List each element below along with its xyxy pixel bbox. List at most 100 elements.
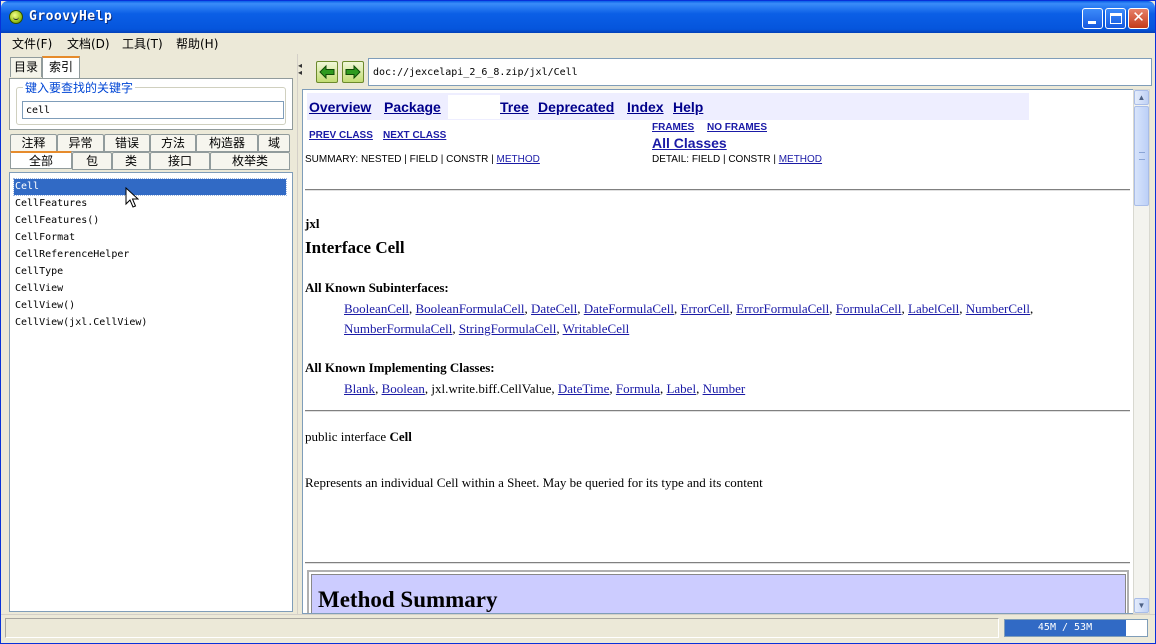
filter-tab-annotation[interactable]: 注释 bbox=[10, 134, 57, 152]
keyword-search-input[interactable] bbox=[22, 101, 284, 119]
title-bar[interactable]: GroovyHelp ✕ bbox=[1, 1, 1155, 33]
result-item[interactable]: CellType bbox=[14, 264, 286, 280]
implementing-list: Blank, Boolean, jxl.write.biff.CellValue… bbox=[344, 381, 746, 396]
result-item[interactable]: CellFeatures() bbox=[14, 213, 286, 229]
forward-button[interactable] bbox=[342, 61, 364, 83]
menu-tools[interactable]: 工具(T) bbox=[122, 35, 163, 52]
menu-file[interactable]: 文件(F) bbox=[12, 35, 52, 52]
result-item[interactable]: CellView() bbox=[14, 298, 286, 314]
groovy-app-icon bbox=[9, 10, 23, 24]
address-input[interactable] bbox=[368, 58, 1152, 86]
nav-index-link[interactable]: Index bbox=[627, 99, 664, 115]
next-class-link[interactable]: NEXT CLASS bbox=[383, 130, 446, 141]
scroll-down-button[interactable]: ▼ bbox=[1134, 598, 1149, 613]
subinterface-link[interactable]: BooleanCell bbox=[344, 301, 409, 316]
method-summary-title: Method Summary bbox=[318, 587, 498, 612]
grip-icon bbox=[1139, 152, 1145, 160]
scroll-up-button[interactable]: ▲ bbox=[1134, 90, 1149, 105]
chevron-down-icon: ▼ bbox=[1137, 601, 1146, 610]
subinterface-link[interactable]: ErrorCell bbox=[681, 301, 730, 316]
filter-tab-error[interactable]: 错误 bbox=[104, 134, 150, 152]
filter-tab-interface[interactable]: 接口 bbox=[150, 152, 210, 170]
nav-class-cell bbox=[448, 95, 500, 119]
result-item[interactable]: CellFormat bbox=[14, 230, 286, 246]
index-result-list[interactable]: Cell CellFeatures CellFeatures() CellFor… bbox=[9, 172, 293, 612]
mouse-pointer-icon bbox=[125, 187, 139, 208]
nav-deprecated-link[interactable]: Deprecated bbox=[538, 99, 614, 115]
subinterface-link[interactable]: WritableCell bbox=[563, 321, 630, 336]
subinterface-link[interactable]: FormulaCell bbox=[836, 301, 902, 316]
result-item[interactable]: Cell bbox=[13, 178, 287, 196]
content-vertical-scrollbar[interactable]: ▲ ▼ bbox=[1133, 89, 1150, 614]
menu-help[interactable]: 帮助(H) bbox=[176, 35, 218, 52]
implementing-class-link[interactable]: Label bbox=[666, 381, 696, 396]
arrow-left-icon bbox=[319, 64, 335, 80]
summary-method-link[interactable]: METHOD bbox=[497, 154, 540, 165]
filter-tab-package[interactable]: 包 bbox=[72, 152, 112, 170]
divider bbox=[305, 562, 1130, 564]
result-item[interactable]: CellView(jxl.CellView) bbox=[14, 315, 286, 331]
subinterfaces-list-cont: NumberFormulaCell, StringFormulaCell, Wr… bbox=[344, 321, 630, 336]
divider bbox=[305, 189, 1130, 191]
implementing-class-link[interactable]: Number bbox=[703, 381, 746, 396]
all-classes-link[interactable]: All Classes bbox=[652, 135, 727, 151]
memory-usage-text: 45M / 53M bbox=[1037, 622, 1093, 633]
implementing-heading: All Known Implementing Classes: bbox=[305, 360, 495, 375]
result-item[interactable]: CellReferenceHelper bbox=[14, 247, 286, 263]
minimize-button[interactable] bbox=[1082, 8, 1103, 29]
index-search-box: 键入要查找的关键字 bbox=[9, 78, 293, 130]
implementing-class-link[interactable]: Boolean bbox=[382, 381, 425, 396]
summary-line: SUMMARY: NESTED | FIELD | CONSTR | METHO… bbox=[305, 154, 540, 165]
subinterface-link[interactable]: BooleanFormulaCell bbox=[416, 301, 525, 316]
subinterface-link[interactable]: ErrorFormulaCell bbox=[736, 301, 829, 316]
prev-class-link[interactable]: PREV CLASS bbox=[309, 130, 373, 141]
tab-contents[interactable]: 目录 bbox=[10, 57, 42, 77]
implementing-class-link[interactable]: Formula bbox=[616, 381, 660, 396]
filter-tab-method[interactable]: 方法 bbox=[150, 134, 196, 152]
interface-title: Interface Cell bbox=[305, 238, 405, 257]
scroll-thumb[interactable] bbox=[1134, 106, 1149, 206]
chevron-up-icon: ▲ bbox=[1137, 93, 1146, 102]
filter-tab-all[interactable]: 全部 bbox=[10, 151, 72, 169]
no-frames-link[interactable]: NO FRAMES bbox=[707, 122, 767, 133]
nav-help-link[interactable]: Help bbox=[673, 99, 703, 115]
maximize-icon bbox=[1110, 13, 1122, 24]
filter-tab-constructor[interactable]: 构造器 bbox=[196, 134, 258, 152]
menu-document[interactable]: 文档(D) bbox=[67, 35, 110, 52]
detail-line: DETAIL: FIELD | CONSTR | METHOD bbox=[652, 154, 822, 165]
keyword-group: 键入要查找的关键字 bbox=[16, 79, 286, 125]
minimize-icon bbox=[1088, 21, 1096, 24]
close-icon: ✕ bbox=[1132, 9, 1145, 26]
back-button[interactable] bbox=[316, 61, 338, 83]
navigation-bar bbox=[302, 55, 1153, 88]
filter-tab-exception[interactable]: 异常 bbox=[57, 134, 104, 152]
tab-index[interactable]: 索引 bbox=[42, 56, 80, 78]
implementing-class-link[interactable]: DateTime bbox=[558, 381, 610, 396]
menu-bar: 文件(F) 文档(D) 工具(T) 帮助(H) bbox=[1, 33, 1155, 53]
nav-package-link[interactable]: Package bbox=[384, 99, 441, 115]
memory-usage-bar[interactable]: 45M / 53M bbox=[1004, 619, 1148, 637]
interface-description: Represents an individual Cell within a S… bbox=[305, 475, 763, 490]
subinterface-link[interactable]: DateCell bbox=[531, 301, 577, 316]
window-title: GroovyHelp bbox=[29, 9, 113, 24]
subinterface-link[interactable]: DateFormulaCell bbox=[584, 301, 674, 316]
nav-overview-link[interactable]: Overview bbox=[309, 99, 371, 115]
keyword-label: 键入要查找的关键字 bbox=[23, 79, 136, 96]
declaration-prefix: public interface bbox=[305, 429, 390, 444]
result-item[interactable]: CellFeatures bbox=[14, 196, 286, 212]
implementing-class-link[interactable]: Blank bbox=[344, 381, 375, 396]
frames-link[interactable]: FRAMES bbox=[652, 122, 694, 133]
subinterface-link[interactable]: StringFormulaCell bbox=[459, 321, 557, 336]
subinterface-link[interactable]: LabelCell bbox=[908, 301, 959, 316]
detail-method-link[interactable]: METHOD bbox=[779, 154, 822, 165]
result-item[interactable]: CellView bbox=[14, 281, 286, 297]
close-button[interactable]: ✕ bbox=[1128, 8, 1149, 29]
nav-tree-link[interactable]: Tree bbox=[500, 99, 529, 115]
filter-tab-class[interactable]: 类 bbox=[112, 152, 150, 170]
maximize-button[interactable] bbox=[1105, 8, 1126, 29]
subinterface-link[interactable]: NumberCell bbox=[966, 301, 1030, 316]
doc-content: Overview Package Tree Deprecated Index H… bbox=[302, 89, 1134, 614]
subinterface-link[interactable]: NumberFormulaCell bbox=[344, 321, 452, 336]
filter-tab-enum[interactable]: 枚举类 bbox=[210, 152, 290, 170]
filter-tab-field[interactable]: 域 bbox=[258, 134, 290, 152]
